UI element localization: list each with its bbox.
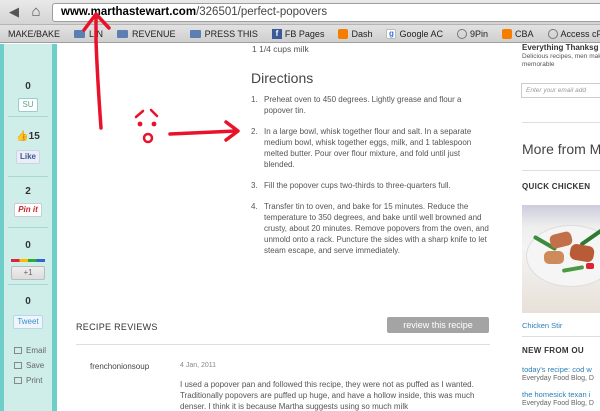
circle-icon (457, 28, 467, 39)
envelope-icon (14, 347, 22, 354)
url-path: /326501/perfect-popovers (196, 6, 328, 18)
back-icon[interactable]: ◀ (6, 4, 22, 20)
news-link[interactable]: today's recipe: cod w (522, 365, 592, 374)
review-recipe-button[interactable]: review this recipe (387, 317, 489, 333)
blogger-icon (502, 28, 513, 39)
share-count: 2 (25, 186, 31, 197)
divider (522, 336, 600, 337)
pepper-shape (586, 263, 594, 269)
chicken-stir-fry-photo[interactable] (522, 205, 600, 313)
folder-icon (74, 29, 86, 38)
twitter-share[interactable]: 0 Tweet (4, 295, 52, 329)
tweet-button[interactable]: Tweet (13, 315, 43, 329)
email-tool[interactable]: Email (14, 346, 46, 355)
circle-icon (547, 28, 558, 39)
share-sidebar: 0 SU 👍15 Like 2 Pin it 0 +1 0 Tweet Emai… (4, 44, 52, 411)
recipe-article: 1 1/4 cups milk Directions 1. Preheat ove… (76, 44, 490, 411)
more-from-heading: More from M (522, 141, 600, 157)
news-source: Everyday Food Blog, D (522, 375, 594, 382)
facebook-like-share[interactable]: 👍15 Like (4, 130, 52, 164)
new-from-heading: NEW FROM OU (522, 346, 584, 355)
review-author[interactable]: frenchonionsoup (90, 362, 149, 371)
chicken-piece-shape (544, 251, 564, 264)
printer-icon (14, 377, 22, 384)
thumbs-up-icon: 👍 (16, 131, 29, 142)
bookmarks-bar: MAKE/BAKE LIN REVENUE PRESS THIS f FB Pag… (0, 25, 600, 43)
stumbleupon-share[interactable]: 0 SU (4, 80, 52, 112)
directions-list: 1. Preheat oven to 450 degrees. Lightly g… (251, 94, 489, 266)
pinterest-button[interactable]: Pin it (14, 203, 42, 217)
directions-heading: Directions (251, 70, 314, 86)
news-source: Everyday Food Blog, D (522, 400, 594, 407)
folder-icon (189, 29, 201, 38)
google-icon: g (386, 28, 397, 39)
news-link[interactable]: the homesick texan i (522, 390, 590, 399)
divider (8, 284, 48, 285)
quick-chicken-heading: QUICK CHICKEN (522, 182, 591, 191)
newsletter-email-input[interactable]: Enter your email add (521, 83, 600, 98)
bookmark-9pin[interactable]: 9Pin (457, 28, 488, 39)
blogger-icon (338, 28, 349, 39)
divider (8, 176, 48, 177)
divider (522, 122, 600, 123)
divider (8, 227, 48, 228)
bookmark-revenue[interactable]: REVENUE (117, 29, 176, 39)
review-date: 4 Jan, 2011 (180, 362, 217, 369)
bookmark-cpanel[interactable]: Access cPanel Webm (547, 28, 600, 39)
browser-toolbar: ◀ ⌂ www.marthastewart.com/326501/perfect… (0, 0, 600, 25)
share-count: 0 (25, 296, 31, 307)
direction-step: 3. Fill the popover cups two-thirds to th… (251, 181, 451, 190)
home-icon[interactable]: ⌂ (28, 4, 44, 20)
quick-chicken-link[interactable]: Chicken Stir (522, 321, 562, 330)
bookmark-lin[interactable]: LIN (74, 29, 103, 39)
divider (8, 116, 48, 117)
divider (76, 344, 490, 345)
promo-title[interactable]: Everything Thanksg (522, 44, 598, 52)
share-count: 👍15 (16, 131, 40, 142)
url-host: www.marthastewart.com (61, 6, 197, 18)
reviews-heading: RECIPE REVIEWS (76, 322, 158, 332)
facebook-like-button[interactable]: Like (15, 150, 40, 164)
facebook-icon: f (271, 28, 282, 39)
share-count: 0 (25, 81, 31, 92)
print-tool[interactable]: Print (14, 376, 42, 385)
bookmark-google-ac[interactable]: g Google AC (386, 28, 443, 39)
save-icon (14, 362, 22, 369)
stumbleupon-icon[interactable]: SU (18, 98, 38, 112)
review-text: I used a popover pan and followed this r… (180, 380, 475, 411)
web-page: 0 SU 👍15 Like 2 Pin it 0 +1 0 Tweet Emai… (0, 44, 600, 411)
google-plus-button[interactable]: +1 (11, 266, 45, 280)
bookmark-make-bake[interactable]: MAKE/BAKE (8, 29, 60, 39)
folder-icon (117, 29, 129, 38)
address-bar[interactable]: www.marthastewart.com/326501/perfect-pop… (52, 3, 600, 22)
bookmark-fb-pages[interactable]: f FB Pages (271, 28, 324, 39)
google-plus-share[interactable]: 0 +1 (4, 239, 52, 280)
share-count: 0 (25, 240, 31, 251)
direction-step: 1. Preheat oven to 450 degrees. Lightly g… (251, 95, 462, 115)
bookmark-cba[interactable]: CBA (502, 28, 534, 39)
pinterest-share[interactable]: 2 Pin it (4, 185, 52, 217)
divider (522, 170, 600, 171)
ingredient-line: 1 1/4 cups milk (252, 44, 309, 54)
bookmark-press-this[interactable]: PRESS THIS (189, 29, 258, 39)
direction-step: 2. In a large bowl, whisk together flour … (251, 127, 472, 169)
right-sidebar: Everything Thanksg Delicious recipes, me… (508, 44, 600, 411)
direction-step: 4. Transfer tin to oven, and bake for 15 … (251, 202, 489, 255)
google-plus-color-bar (11, 259, 45, 262)
promo-text: Delicious recipes, men make this a memor… (522, 53, 600, 68)
bookmark-dash[interactable]: Dash (338, 28, 372, 39)
save-tool[interactable]: Save (14, 361, 44, 370)
